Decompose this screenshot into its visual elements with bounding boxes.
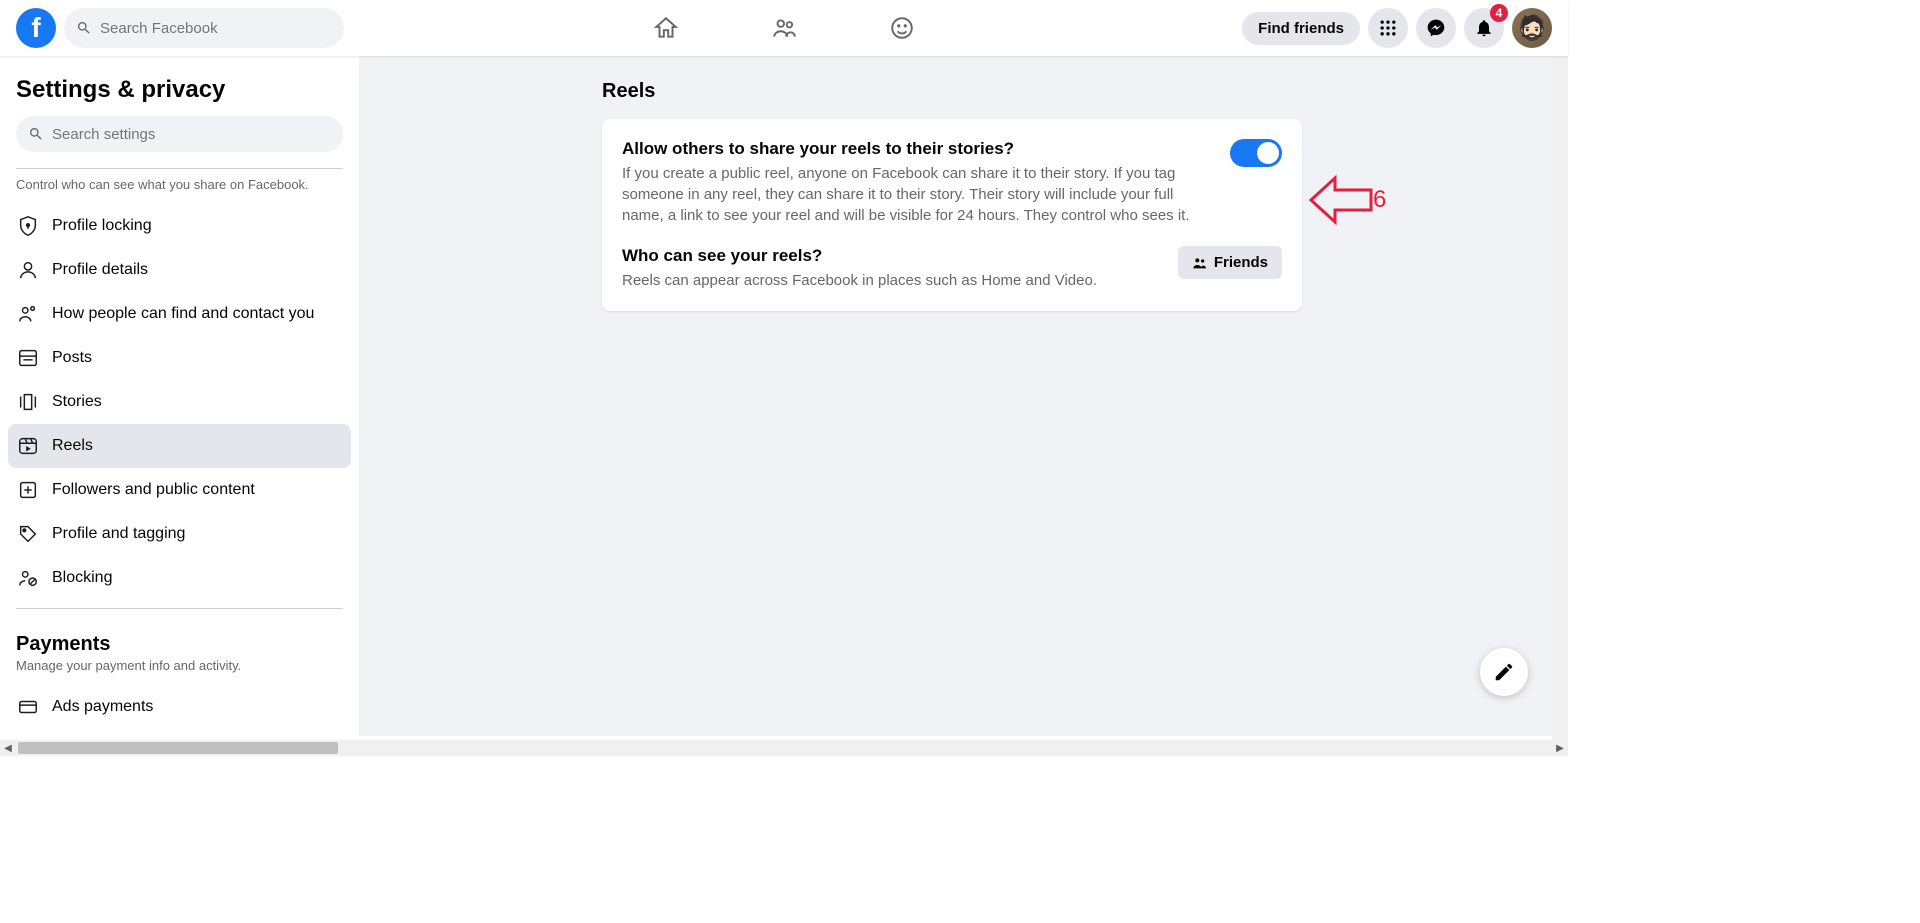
notifications-button[interactable]: 4 [1464, 8, 1504, 48]
setting-share-reels: Allow others to share your reels to thei… [622, 139, 1282, 226]
posts-icon [16, 346, 40, 370]
card-icon [16, 695, 40, 719]
sidebar-item-ads-payments[interactable]: Ads payments [8, 685, 351, 729]
nav-center [611, 0, 957, 56]
stories-icon [16, 390, 40, 414]
find-friends-button[interactable]: Find friends [1242, 12, 1360, 45]
setting-title: Who can see your reels? [622, 246, 1162, 266]
facebook-logo[interactable]: f [16, 8, 56, 48]
menu-label: Followers and public content [52, 481, 255, 499]
notification-badge: 4 [1490, 4, 1508, 22]
shield-lock-icon [16, 214, 40, 238]
nav-groups[interactable] [847, 0, 957, 56]
horizontal-scrollbar[interactable]: ◀ ▶ [0, 740, 1568, 756]
search-settings-input[interactable] [52, 126, 331, 143]
menu-label: Reels [52, 437, 93, 455]
arrow-left-icon [1309, 172, 1373, 228]
scroll-thumb[interactable] [18, 742, 338, 754]
sidebar-item-stories[interactable]: Stories [8, 380, 351, 424]
account-avatar[interactable]: 🧔🏻 [1512, 8, 1552, 48]
groups-icon [889, 15, 915, 41]
menu-label: Ads payments [52, 698, 153, 716]
people-find-icon [16, 302, 40, 326]
search-icon [28, 126, 44, 142]
search-settings[interactable] [16, 116, 343, 152]
nav-right: Find friends 4 🧔🏻 [1242, 8, 1552, 48]
home-icon [653, 15, 679, 41]
main-content: Reels Allow others to share your reels t… [360, 56, 1568, 736]
privacy-section-desc: Control who can see what you share on Fa… [8, 177, 351, 204]
setting-description: If you create a public reel, anyone on F… [622, 163, 1214, 226]
followers-icon [16, 478, 40, 502]
setting-who-see-reels: Who can see your reels? Reels can appear… [622, 246, 1282, 291]
nav-friends[interactable] [729, 0, 839, 56]
sidebar-title: Settings & privacy [8, 72, 351, 116]
messenger-button[interactable] [1416, 8, 1456, 48]
page-heading: Reels [602, 80, 1536, 103]
friends-icon [1192, 255, 1208, 271]
setting-title: Allow others to share your reels to thei… [622, 139, 1214, 159]
sidebar-item-profile-locking[interactable]: Profile locking [8, 204, 351, 248]
divider [16, 168, 343, 169]
share-reels-toggle[interactable] [1230, 139, 1282, 167]
scroll-right-arrow[interactable]: ▶ [1552, 743, 1568, 754]
friends-icon [771, 15, 797, 41]
reels-settings-card: Allow others to share your reels to thei… [602, 119, 1302, 311]
menu-label: Profile locking [52, 217, 152, 235]
profile-icon [16, 258, 40, 282]
reels-icon [16, 434, 40, 458]
menu-label: Profile details [52, 261, 148, 279]
menu-label: Blocking [52, 569, 112, 587]
setting-description: Reels can appear across Facebook in plac… [622, 270, 1162, 291]
sidebar-item-profile-tagging[interactable]: Profile and tagging [8, 512, 351, 556]
audience-selector-button[interactable]: Friends [1178, 246, 1282, 279]
global-search[interactable] [64, 8, 344, 48]
menu-label: Stories [52, 393, 102, 411]
compose-fab[interactable] [1480, 648, 1528, 696]
divider [16, 608, 343, 609]
scroll-left-arrow[interactable]: ◀ [0, 743, 16, 754]
sidebar-item-profile-details[interactable]: Profile details [8, 248, 351, 292]
annotation-label: 6 [1373, 186, 1386, 214]
bell-icon [1474, 18, 1494, 38]
audience-label: Friends [1214, 254, 1268, 271]
nav-home[interactable] [611, 0, 721, 56]
vertical-scrollbar[interactable]: ▲ [1552, 0, 1568, 740]
sidebar-item-reels[interactable]: Reels [8, 424, 351, 468]
edit-icon [1493, 661, 1515, 683]
grid-icon [1378, 18, 1398, 38]
sidebar-item-posts[interactable]: Posts [8, 336, 351, 380]
sidebar-item-blocking[interactable]: Blocking [8, 556, 351, 600]
settings-sidebar: Settings & privacy Control who can see w… [0, 56, 360, 736]
payments-section-title: Payments [8, 617, 351, 658]
scroll-track[interactable] [16, 742, 1552, 754]
global-search-input[interactable] [100, 20, 332, 37]
search-icon [76, 20, 92, 36]
top-nav-header: f Find friends 4 🧔🏻 [0, 0, 1568, 56]
sidebar-item-followers[interactable]: Followers and public content [8, 468, 351, 512]
sidebar-item-how-find[interactable]: How people can find and contact you [8, 292, 351, 336]
menu-label: Posts [52, 349, 92, 367]
menu-label: Profile and tagging [52, 525, 185, 543]
blocking-icon [16, 566, 40, 590]
messenger-icon [1426, 18, 1446, 38]
annotation-arrow-6: 6 [1309, 172, 1386, 228]
payments-section-desc: Manage your payment info and activity. [8, 658, 351, 685]
tag-icon [16, 522, 40, 546]
toggle-knob [1257, 142, 1279, 164]
menu-button[interactable] [1368, 8, 1408, 48]
menu-label: How people can find and contact you [52, 305, 314, 323]
